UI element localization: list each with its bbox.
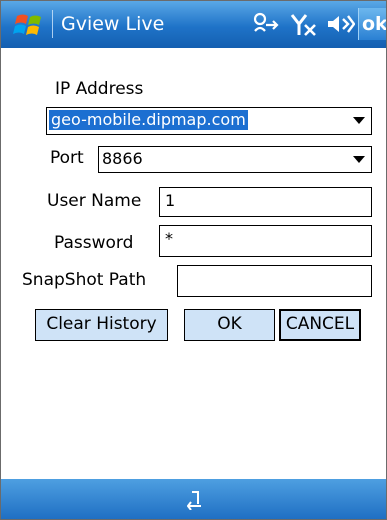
connectivity-icon[interactable] [251, 11, 281, 37]
title-bar: Gview Live ok [1, 1, 386, 48]
volume-icon[interactable] [325, 11, 355, 37]
chevron-down-icon[interactable] [353, 156, 365, 163]
windows-start-icon[interactable] [13, 11, 47, 39]
bottom-menu-bar [1, 479, 386, 519]
port-label: Port [50, 148, 84, 168]
password-field[interactable]: * [159, 225, 372, 257]
snapshot-path-label: SnapShot Path [22, 270, 147, 290]
keyboard-icon[interactable] [187, 490, 203, 510]
title-separator [52, 10, 53, 38]
clear-history-button[interactable]: Clear History [35, 309, 168, 341]
ip-address-combo[interactable]: geo-mobile.dipmap.com [46, 107, 372, 135]
username-label: User Name [47, 191, 142, 211]
app-title: Gview Live [61, 13, 165, 35]
password-label: Password [54, 233, 134, 253]
ok-button[interactable]: OK [184, 309, 275, 341]
port-combo[interactable]: 8866 [98, 146, 372, 173]
port-value: 8866 [102, 149, 143, 168]
username-field[interactable]: 1 [159, 187, 372, 217]
chevron-down-icon[interactable] [353, 117, 365, 124]
signal-off-icon[interactable] [289, 11, 317, 37]
username-value: 1 [165, 191, 176, 210]
app-window: Gview Live ok IP Address geo-mobile.dipm… [0, 0, 387, 520]
ip-address-value: geo-mobile.dipmap.com [49, 110, 248, 130]
ip-address-label: IP Address [55, 79, 144, 99]
snapshot-path-field[interactable] [177, 265, 372, 297]
status-icons [251, 9, 355, 39]
cancel-button[interactable]: CANCEL [279, 309, 361, 341]
title-ok-button[interactable]: ok [358, 8, 386, 40]
password-value: * [165, 229, 173, 248]
